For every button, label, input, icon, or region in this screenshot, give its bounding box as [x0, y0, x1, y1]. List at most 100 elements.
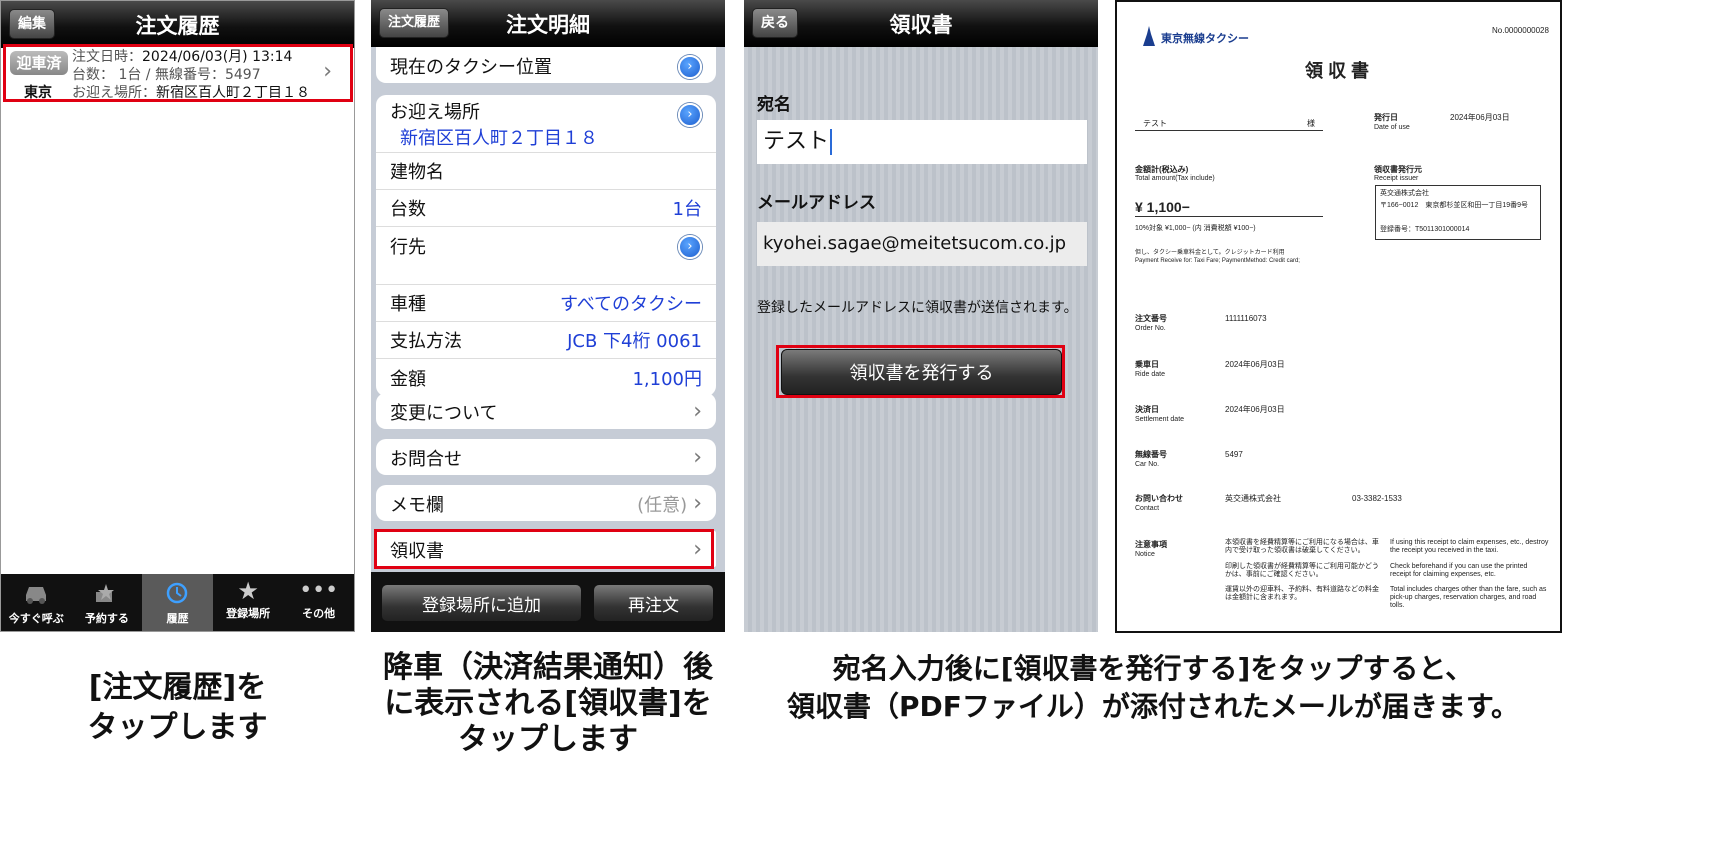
- issuer-reg-number: 登録番号：T5011301000014: [1380, 226, 1470, 233]
- tower-logo-icon: [1143, 26, 1155, 46]
- tab-more[interactable]: ••• その他: [283, 574, 354, 631]
- notice-label-en: Notice: [1135, 551, 1155, 558]
- page-title: 注文履歴: [135, 13, 220, 38]
- issuer-name: 英交通株式会社: [1380, 190, 1429, 197]
- issuer-address: 〒166−0012 東京都杉並区和田一丁目19番9号: [1380, 202, 1529, 209]
- payment-value: JCB 下4桁 0061: [567, 331, 702, 352]
- company-logo: 東京無線タクシー: [1161, 33, 1249, 45]
- receipt-number: No.0000000028: [1492, 26, 1549, 35]
- contact-label-en: Contact: [1135, 505, 1160, 512]
- receipt-pdf: 東京無線タクシー No.0000000028 領 収 書 テスト 様 発行日 D…: [1115, 0, 1562, 633]
- memo-row[interactable]: メモ欄 (任意) ›: [376, 485, 716, 521]
- send-notice: 登録したメールアドレスに領収書が送信されます。: [757, 300, 1078, 316]
- clock-icon: [167, 582, 188, 604]
- row-label: お問合せ: [390, 448, 462, 470]
- pickup-row[interactable]: お迎え場所 新宿区百人町２丁目１８ ›: [376, 95, 716, 153]
- detail-disclosure-icon: ›: [678, 235, 702, 259]
- tax-note: 10%対象 ¥1,000− (内 消費税額 ¥100−): [1135, 225, 1256, 232]
- chevron-right-icon: ›: [693, 445, 702, 470]
- tab-saved-places[interactable]: ★ 登録場所: [213, 574, 284, 631]
- panel-order-detail: 注文履歴 注文明細 現在のタクシー位置 › お迎え場所 新宿区百人町２丁目１８ ›…: [371, 0, 725, 632]
- caption-line: タップします: [87, 710, 268, 745]
- order-no-label-en: Order No.: [1135, 325, 1166, 332]
- issue-date-label: 発行日: [1374, 113, 1398, 122]
- payment-row: 支払方法 JCB 下4桁 0061: [376, 322, 716, 359]
- bottom-toolbar: 登録場所に追加 再注文: [371, 572, 725, 632]
- taxi-position-group: 現在のタクシー位置 ›: [376, 47, 716, 83]
- tab-bar: 今すぐ呼ぶ 予約する 履歴 ★ 登録場所 ••• その他: [1, 574, 354, 631]
- receipt-title: 領 収 書: [1305, 61, 1370, 81]
- name-value: テスト: [763, 129, 830, 154]
- car-no-label: 無線番号: [1135, 450, 1167, 459]
- divider: [1135, 216, 1323, 217]
- back-button[interactable]: 注文履歴: [379, 8, 450, 38]
- row-label: 支払方法: [390, 331, 462, 352]
- settlement-date-label-en: Settlement date: [1135, 416, 1185, 423]
- issue-date: 2024年06月03日: [1450, 113, 1510, 122]
- row-label: メモ欄: [390, 494, 444, 516]
- name-input[interactable]: テスト: [757, 120, 1087, 164]
- row-label: 金額: [390, 368, 426, 390]
- amount-row: 金額 1,100円: [376, 359, 716, 396]
- email-input[interactable]: kyohei.sagae@meitetsucom.co.jp: [757, 222, 1087, 266]
- tab-history[interactable]: 履歴: [142, 574, 213, 631]
- car-no-label-en: Car No.: [1135, 461, 1160, 468]
- ride-date-label: 乗車日: [1135, 360, 1159, 369]
- caption-line: 宛名入力後に[領収書を発行する]をタップすると、: [832, 652, 1474, 685]
- more-icon: •••: [299, 578, 339, 603]
- page-title: 領収書: [889, 12, 953, 37]
- tab-label: 今すぐ呼ぶ: [8, 612, 64, 625]
- memo-group: メモ欄 (任意) ›: [376, 485, 716, 521]
- navbar: 戻る 領収書: [744, 0, 1098, 47]
- total-label-en: Total amount(Tax include): [1135, 175, 1215, 182]
- pickup-label: お迎え場所：: [72, 85, 156, 101]
- datetime-value: 2024/06/03(月) 13:14: [142, 49, 293, 65]
- change-row[interactable]: 変更について ›: [376, 393, 716, 429]
- pickup-value: 新宿区百人町２丁目１８: [400, 127, 598, 149]
- detail-disclosure-icon: ›: [678, 55, 702, 79]
- purpose-en: Payment Receive for: Taxi Fare; PaymentM…: [1135, 258, 1300, 264]
- honorific: 様: [1307, 119, 1315, 128]
- reorder-button[interactable]: 再注文: [593, 584, 714, 622]
- tab-reserve[interactable]: 予約する: [72, 574, 143, 631]
- issuer-box: 英交通株式会社 〒166−0012 東京都杉並区和田一丁目19番9号 登録番号：…: [1375, 185, 1541, 240]
- page-title: 注文明細: [506, 12, 590, 37]
- count-value: 1台: [672, 199, 702, 220]
- chevron-right-icon: ›: [693, 491, 702, 516]
- change-group: 変更について ›: [376, 393, 716, 429]
- row-label: 台数: [390, 199, 426, 220]
- order-no-label: 注文番号: [1135, 314, 1167, 323]
- navbar: 編集 注文履歴: [1, 1, 354, 48]
- caption-step2: 降車（決済結果通知）後 に表示される[領収書]を タップします: [361, 650, 735, 758]
- ride-date-label-en: Ride date: [1135, 371, 1165, 378]
- row-label: 建物名: [390, 162, 444, 183]
- car-no-value: 5497: [1225, 450, 1243, 459]
- order-no-value: 1111116073: [1225, 314, 1267, 323]
- destination-row[interactable]: 行先 ›: [376, 227, 716, 285]
- notice-jp-1: 本領収書を経費精算等にご利用になる場合は、車内で受け取った領収書は破棄してくださ…: [1225, 539, 1379, 554]
- contact-row[interactable]: お問合せ ›: [376, 439, 716, 475]
- count-row: 台数 1台: [376, 190, 716, 227]
- row-label: 車種: [390, 294, 426, 315]
- detail-group: お迎え場所 新宿区百人町２丁目１８ › 建物名 台数 1台 行先 › 車種 すべてのタ…: [376, 95, 716, 396]
- row-label: 行先: [390, 237, 426, 258]
- contact-group: お問合せ ›: [376, 439, 716, 475]
- caption-line: 降車（決済結果通知）後: [383, 650, 713, 685]
- contact-label: お問い合わせ: [1135, 494, 1183, 503]
- add-place-button[interactable]: 登録場所に追加: [381, 584, 582, 622]
- text-cursor: [830, 129, 833, 155]
- tab-label: その他: [302, 607, 336, 620]
- row-label: お迎え場所: [390, 101, 480, 123]
- issuer-label-en: Receipt issuer: [1374, 175, 1419, 182]
- settlement-date-value: 2024年06月03日: [1225, 405, 1285, 414]
- back-button[interactable]: 戻る: [752, 8, 798, 38]
- edit-button[interactable]: 編集: [9, 9, 55, 39]
- taxi-position-row[interactable]: 現在のタクシー位置 ›: [376, 47, 716, 83]
- caption-line: [注文履歴]を: [88, 670, 267, 705]
- caption-step1: [注文履歴]を タップします: [0, 668, 355, 748]
- order-list-item[interactable]: 迎車済 東京 注文日時：2024/06/03(月) 13:14 台数： 1台 /…: [3, 44, 353, 102]
- caption-line: タップします: [458, 722, 638, 757]
- chevron-right-icon: ›: [323, 59, 332, 84]
- tab-call-now[interactable]: 今すぐ呼ぶ: [1, 574, 72, 631]
- contact-phone: 03-3382-1533: [1352, 494, 1402, 503]
